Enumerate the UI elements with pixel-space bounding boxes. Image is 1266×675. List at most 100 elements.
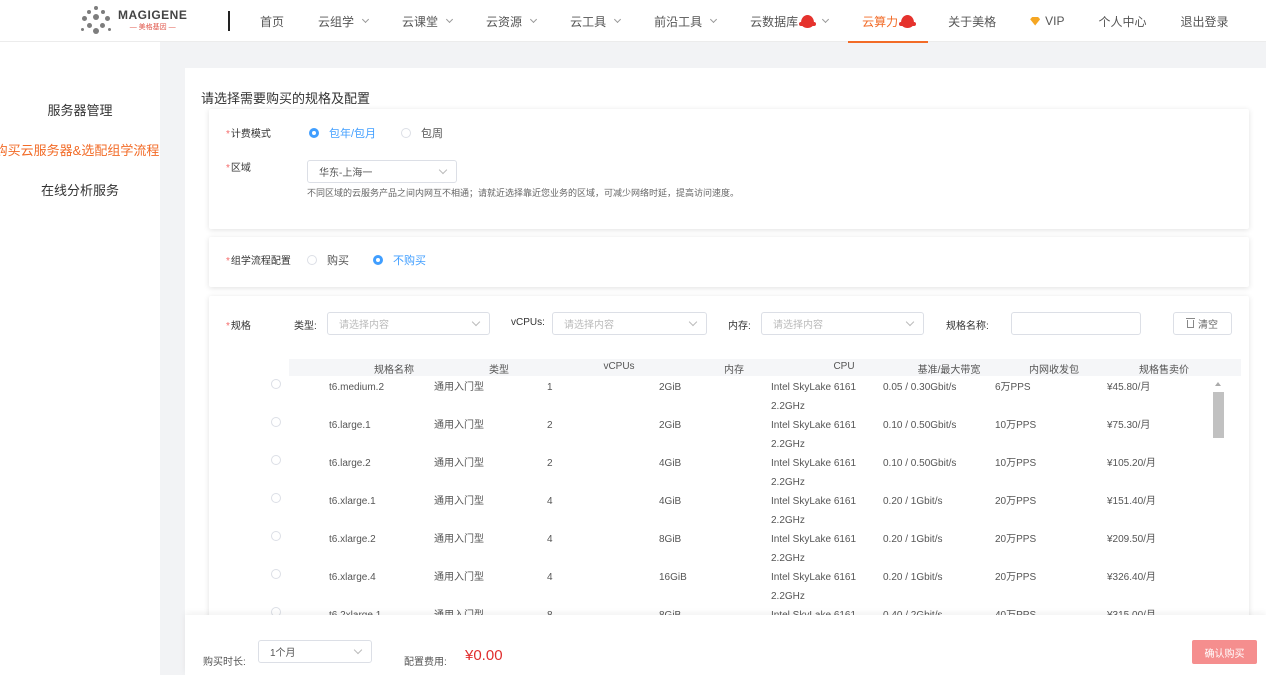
nav-user-center[interactable]: 个人中心	[1098, 0, 1146, 42]
nav-label: 前沿工具	[654, 14, 703, 29]
cell-type: 通用入门型	[434, 382, 484, 393]
confirm-purchase-button[interactable]: 确认购买	[1192, 640, 1257, 664]
row-radio[interactable]	[271, 379, 281, 389]
vcpus-filter-select[interactable]: 请选择内容	[552, 312, 707, 335]
cell-mem: 8GiB	[659, 534, 682, 545]
cell-mem: 4GiB	[659, 458, 682, 469]
cell-name: t6.medium.2	[329, 382, 385, 393]
cell-name: t6.large.1	[329, 420, 371, 431]
col-header-type: 类型	[489, 365, 509, 376]
cell-vcpus: 4	[547, 572, 553, 583]
cell-mem: 16GiB	[659, 572, 687, 583]
sidebar: 服务器管理 购买云服务器&选配组学流程 在线分析服务	[0, 42, 160, 675]
cell-mem: 2GiB	[659, 420, 682, 431]
cell-bw: 0.20 / 1Gbit/s	[883, 534, 943, 545]
cell-cpu1: Intel SkyLake 61612.2GHz	[771, 492, 856, 530]
nav-home[interactable]: 首页	[260, 0, 284, 42]
nav-cloud-database[interactable]: 云数据库	[750, 0, 830, 42]
table-row[interactable]: t6.large.1 通用入门型 2 2GiB Intel SkyLake 6161 2.…	[209, 414, 1249, 452]
nav-cloud-resources[interactable]: 云资源	[486, 0, 538, 42]
billing-option-weekly[interactable]: 包周	[401, 125, 443, 141]
pipeline-config-label: 组学流程配置	[226, 252, 291, 267]
row-radio[interactable]	[271, 569, 281, 579]
table-row[interactable]: t6.large.2 通用入门型 2 4GiB Intel SkyLake 6161 2.…	[209, 452, 1249, 490]
cell-type: 通用入门型	[434, 534, 484, 545]
fee-value: ¥0.00	[465, 647, 503, 664]
duration-select[interactable]: 1个月	[258, 640, 372, 663]
hot-flame-icon	[799, 14, 817, 28]
magigene-logo[interactable]: MAGIGENE — 美格基因 —	[80, 2, 187, 38]
chevron-down-icon	[361, 15, 370, 23]
sidebar-item-online-analysis[interactable]: 在线分析服务	[0, 180, 160, 199]
scroll-up-arrow-icon[interactable]	[1215, 382, 1221, 386]
cell-bw: 0.20 / 1Gbit/s	[883, 572, 943, 583]
table-row[interactable]: t6.medium.2 通用入门型 1 2GiB Intel SkyLake 6161 2…	[209, 376, 1249, 414]
sidebar-item-buy-server[interactable]: 购买云服务器&选配组学流程	[0, 140, 162, 159]
top-header: MAGIGENE — 美格基因 — 首页 云组学 云课堂 云资源 云工具 前沿工具 云数据库…	[0, 0, 1266, 43]
hot-flame-icon	[899, 14, 917, 28]
cell-vcpus: 2	[547, 420, 553, 431]
cell-name: t6.xlarge.2	[329, 534, 376, 545]
nav-cloud-omics[interactable]: 云组学	[318, 0, 370, 42]
nav-cloud-classroom[interactable]: 云课堂	[402, 0, 454, 42]
col-header-pps: 内网收发包	[1029, 365, 1079, 376]
spec-card: 规格 类型: 请选择内容 vCPUs: 请选择内容 内存: 请选择内容 规格名称…	[209, 296, 1249, 626]
col-header-memory: 内存	[724, 365, 744, 376]
duration-label: 购买时长:	[203, 657, 246, 668]
nav-vip[interactable]: VIP	[1030, 0, 1064, 42]
trash-icon	[1186, 317, 1195, 328]
row-radio[interactable]	[271, 417, 281, 427]
region-select[interactable]: 华东-上海一	[307, 160, 457, 183]
spec-name-filter-label: 规格名称:	[946, 321, 989, 332]
chevron-down-icon	[438, 165, 448, 175]
cell-price: ¥151.40/月	[1107, 496, 1156, 507]
cell-cpu1: Intel SkyLake 61612.2GHz	[771, 530, 856, 568]
table-row[interactable]: t6.xlarge.1 通用入门型 4 4GiB Intel SkyLake 6161 2…	[209, 490, 1249, 528]
scrollbar-thumb[interactable]	[1213, 392, 1224, 438]
nav-logout[interactable]: 退出登录	[1181, 0, 1229, 42]
memory-filter-label: 内存:	[728, 321, 751, 332]
cell-cpu1: Intel SkyLake 61612.2GHz	[771, 568, 856, 606]
cpu-model: Intel SkyLake 6161	[771, 382, 857, 393]
nav-about[interactable]: 关于美格	[948, 0, 996, 42]
cell-type: 通用入门型	[434, 420, 484, 431]
chevron-down-icon	[353, 645, 363, 655]
vcpus-filter-label: vCPUs:	[511, 317, 545, 328]
row-radio[interactable]	[271, 455, 281, 465]
nav-label: 个人中心	[1098, 14, 1147, 29]
pipeline-option-buy[interactable]: 购买	[307, 252, 349, 268]
nav-cloud-tools[interactable]: 云工具	[570, 0, 622, 42]
sidebar-item-server-management[interactable]: 服务器管理	[0, 100, 160, 119]
spec-table-body[interactable]: t6.medium.2 通用入门型 1 2GiB Intel SkyLake 6161 2…	[209, 376, 1249, 616]
nav-label: 首页	[260, 14, 285, 29]
chevron-down-icon	[614, 15, 622, 23]
spec-name-input[interactable]	[1011, 312, 1141, 335]
page-title: 请选择需要购买的规格及配置	[201, 91, 371, 106]
cell-vcpus: 4	[547, 534, 553, 545]
cell-vcpus: 4	[547, 496, 553, 507]
nav-label: 关于美格	[948, 14, 997, 29]
nav-cloud-compute[interactable]: 云算力	[848, 0, 929, 43]
pipeline-card: 组学流程配置 购买 不购买	[209, 237, 1249, 287]
pipeline-option-no-buy[interactable]: 不购买	[373, 252, 426, 268]
table-scrollbar[interactable]	[1212, 376, 1224, 616]
nav-label: 退出登录	[1180, 14, 1229, 29]
region-label: 区域	[226, 159, 251, 174]
cell-vcpus: 2	[547, 458, 553, 469]
cpu-model: Intel SkyLake 6161	[771, 420, 857, 431]
cell-cpu1: Intel SkyLake 61612.2GHz	[771, 416, 856, 454]
row-radio[interactable]	[271, 531, 281, 541]
clear-filters-button[interactable]: 清空	[1173, 312, 1232, 335]
row-radio[interactable]	[271, 493, 281, 503]
logo-subtitle: — 美格基因 —	[129, 24, 176, 31]
table-row[interactable]: t6.xlarge.4 通用入门型 4 16GiB Intel SkyLake 6161…	[209, 566, 1249, 604]
table-row[interactable]: t6.xlarge.2 通用入门型 4 8GiB Intel SkyLake 6161 2…	[209, 528, 1249, 566]
cell-mem: 4GiB	[659, 496, 682, 507]
memory-filter-select[interactable]: 请选择内容	[761, 312, 924, 335]
nav-frontier-tools[interactable]: 前沿工具	[654, 0, 718, 42]
cell-name: t6.large.2	[329, 458, 371, 469]
region-hint: 不同区域的云服务产品之间内网互不相通；请就近选择靠近您业务的区域，可减少网络时延…	[307, 188, 740, 198]
type-filter-select[interactable]: 请选择内容	[327, 312, 490, 335]
billing-option-yearly-monthly[interactable]: 包年/包月	[309, 125, 376, 141]
cell-name: t6.xlarge.4	[329, 572, 376, 583]
